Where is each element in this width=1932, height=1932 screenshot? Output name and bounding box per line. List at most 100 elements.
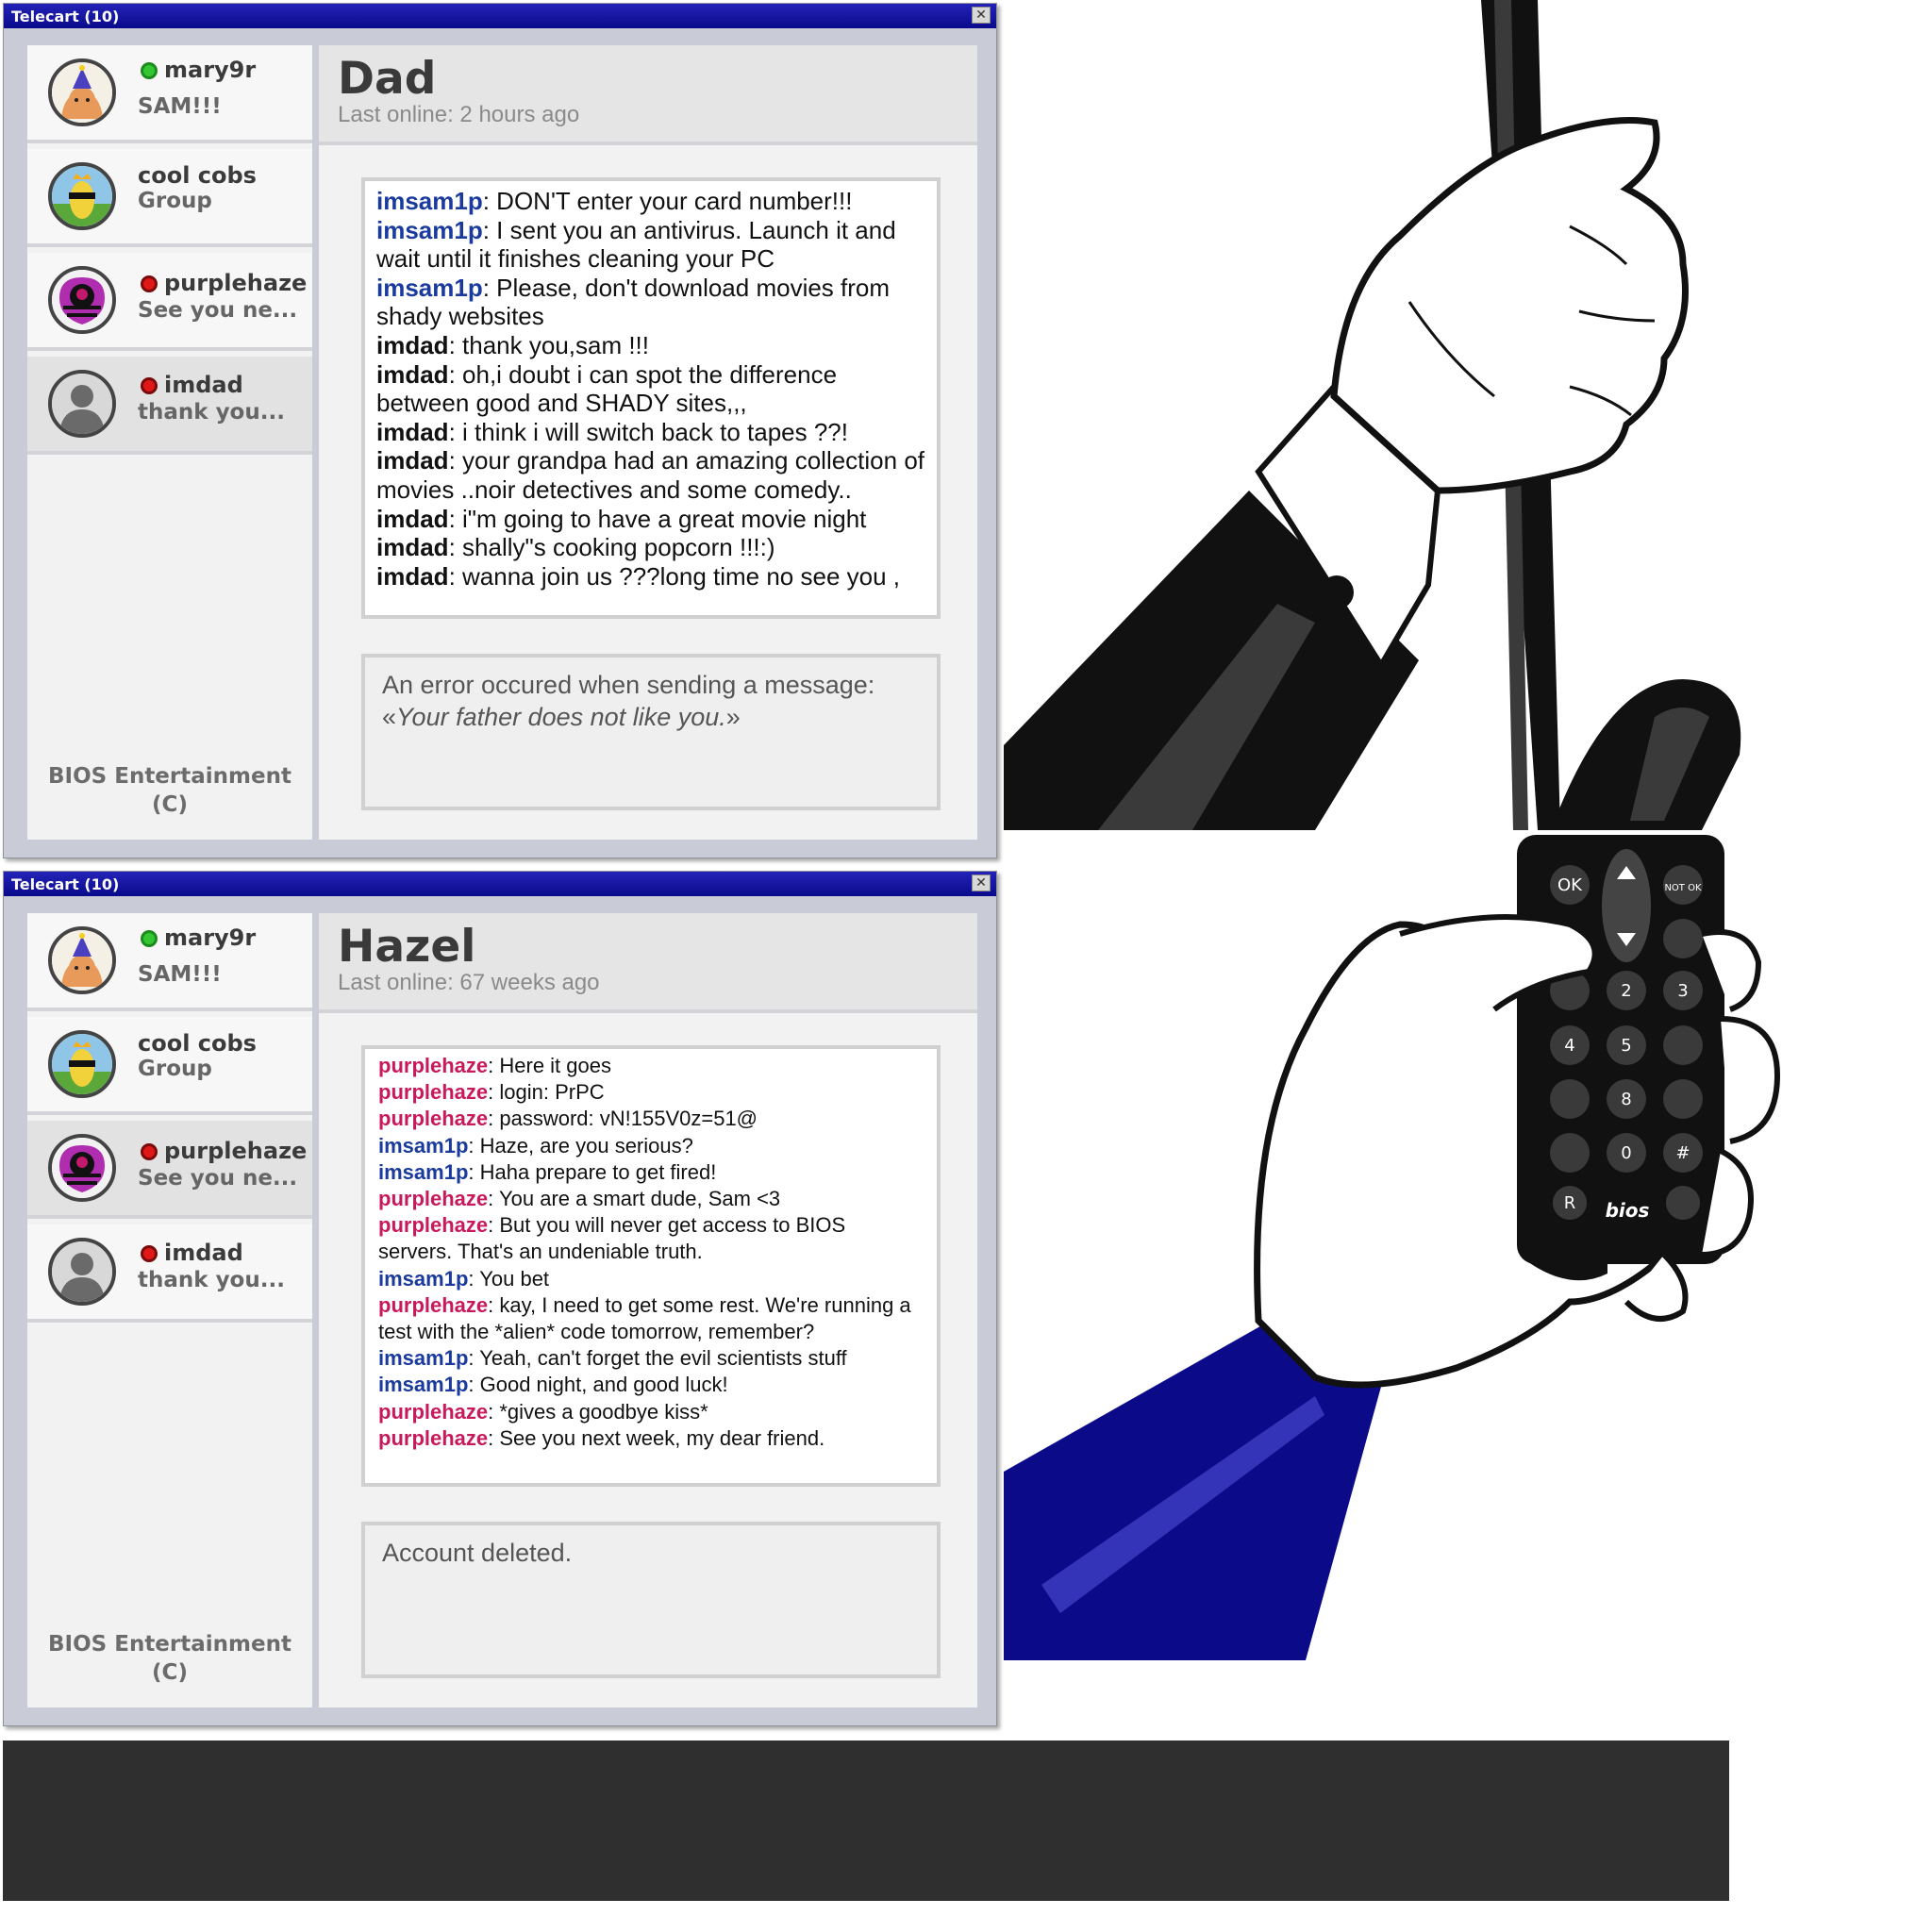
message-username[interactable]: imdad	[376, 446, 449, 475]
offline-status-icon	[141, 377, 158, 394]
contact-purplehaze[interactable]: purplehaze See you ne...	[27, 1121, 312, 1219]
contact-name: cool cobs	[138, 1030, 257, 1057]
party-fox-avatar	[48, 58, 116, 126]
contact-name: imdad	[164, 372, 243, 398]
chat-message: purplehaze: But you will never get acces…	[378, 1212, 924, 1265]
contact-name: imdad	[164, 1240, 243, 1266]
remote-key-8[interactable]: 8	[1621, 1090, 1631, 1109]
message-text: : i think i will switch back to tapes ??…	[448, 417, 848, 446]
message-username[interactable]: purplehaze	[378, 1213, 488, 1237]
footer-company: BIOS Entertainment	[48, 1632, 291, 1657]
contact-last-message: Group	[138, 1057, 212, 1081]
chat-message: purplehaze: login: PrPC	[378, 1079, 924, 1106]
contact-last-message: SAM!!!	[138, 962, 222, 987]
message-username[interactable]: imsam1p	[378, 1373, 468, 1396]
chat-message: imsam1p: Haze, are you serious?	[378, 1133, 924, 1159]
message-username[interactable]: imsam1p	[376, 216, 483, 244]
message-username[interactable]: purplehaze	[378, 1107, 488, 1130]
contact-last-message: thank you...	[138, 1268, 285, 1292]
cool-corn-avatar	[48, 1030, 116, 1098]
message-text: : login: PrPC	[488, 1080, 605, 1105]
last-online: Last online: 2 hours ago	[338, 102, 580, 127]
comic-art-panels: OK NOT OK 2 3 4 5 8 0 # R bios	[1004, 0, 1781, 1660]
remote-key-3[interactable]: 3	[1677, 981, 1688, 1001]
message-username[interactable]: purplehaze	[378, 1400, 488, 1424]
contact-cool-cobs[interactable]: cool cobs Group	[27, 149, 312, 247]
message-input-box[interactable]: Account deleted.	[361, 1522, 941, 1678]
message-text: : Haha prepare to get fired!	[468, 1159, 717, 1184]
remote-key-r[interactable]: R	[1564, 1193, 1576, 1213]
message-username[interactable]: imsam1p	[378, 1160, 468, 1184]
window-title: Telecart (10)	[11, 8, 120, 25]
contact-mary9r[interactable]: mary9r SAM!!!	[27, 45, 312, 143]
message-text: : DON'T enter your card number!!!	[482, 187, 853, 215]
chat-message: purplehaze: You are a smart dude, Sam <3	[378, 1186, 924, 1212]
chat-message: purplehaze: Here it goes	[378, 1053, 924, 1079]
message-username[interactable]: imsam1p	[376, 274, 483, 302]
message-username[interactable]: imsam1p	[378, 1267, 468, 1291]
message-input-box[interactable]: An error occured when sending a message:…	[361, 654, 941, 810]
message-username[interactable]: imdad	[376, 418, 449, 446]
message-username[interactable]: imsam1p	[378, 1134, 468, 1158]
message-text: : your grandpa had an amazing collection…	[376, 446, 925, 504]
chat-message: imsam1p: Please, don't download movies f…	[376, 274, 925, 331]
message-text: : Good night, and good luck!	[468, 1373, 728, 1397]
contact-last-message: SAM!!!	[138, 94, 222, 119]
remote-key-0[interactable]: 0	[1621, 1143, 1631, 1163]
message-username[interactable]: imdad	[376, 562, 449, 591]
contact-cool-cobs[interactable]: cool cobs Group	[27, 1017, 312, 1115]
remote-key-2[interactable]: 2	[1621, 981, 1631, 1001]
purple-spider-avatar	[48, 266, 116, 334]
remote-key-hash[interactable]: #	[1675, 1143, 1690, 1163]
close-icon[interactable]: ✕	[972, 874, 991, 891]
message-username[interactable]: imdad	[376, 331, 449, 359]
message-text: : You are a smart dude, Sam <3	[488, 1187, 781, 1211]
error-message-quote: Your father does not like you.	[396, 703, 726, 731]
chat-message: purplehaze: *gives a goodbye kiss*	[378, 1399, 924, 1425]
offline-status-icon	[141, 1245, 158, 1262]
contact-list: mary9r SAM!!! cool cobs Group purplehaze…	[27, 45, 312, 840]
message-text: : You bet	[468, 1266, 550, 1291]
gray-person-avatar	[48, 1238, 116, 1306]
message-history[interactable]: purplehaze: Here it goes purplehaze: logi…	[361, 1045, 941, 1487]
message-username[interactable]: imdad	[376, 505, 449, 533]
conversation-header: Hazel Last online: 67 weeks ago	[319, 913, 977, 1013]
message-text: : i"m going to have a great movie night	[448, 504, 867, 533]
remote-brand-logo: bios	[1606, 1199, 1650, 1222]
offline-status-icon	[141, 1143, 158, 1160]
contact-mary9r[interactable]: mary9r SAM!!!	[27, 913, 312, 1011]
message-username[interactable]: imdad	[376, 533, 449, 561]
contact-list: mary9r SAM!!! cool cobs Group purplehaze…	[27, 913, 312, 1707]
contact-name: cool cobs	[138, 162, 257, 189]
chat-window-dad: Telecart (10) ✕ mary9r SAM!!! cool cobs …	[3, 3, 997, 858]
hand-holding-cane-illustration	[1004, 0, 1741, 830]
message-text: : password: vN!155V0z=51@	[488, 1107, 758, 1131]
chat-message: imsam1p: Haha prepare to get fired!	[378, 1159, 924, 1186]
message-history[interactable]: imsam1p: DON'T enter your card number!!!…	[361, 177, 941, 619]
message-username[interactable]: imsam1p	[376, 187, 483, 215]
chat-message: imsam1p: You bet	[378, 1266, 924, 1292]
message-username[interactable]: purplehaze	[378, 1080, 488, 1104]
contact-purplehaze[interactable]: purplehaze See you ne...	[27, 253, 312, 351]
chat-message: imsam1p: Yeah, can't forget the evil sci…	[378, 1345, 924, 1372]
window-title-bar[interactable]: Telecart (10) ✕	[4, 4, 996, 28]
message-username[interactable]: imdad	[376, 360, 449, 389]
remote-key-4[interactable]: 4	[1564, 1036, 1574, 1056]
message-username[interactable]: purplehaze	[378, 1187, 488, 1210]
contact-imdad[interactable]: imdad thank you...	[27, 1224, 312, 1323]
chat-message: imdad: i think i will switch back to tap…	[376, 418, 925, 447]
message-username[interactable]: imsam1p	[378, 1346, 468, 1370]
remote-key-not-ok[interactable]: NOT OK	[1664, 883, 1702, 893]
contact-imdad[interactable]: imdad thank you...	[27, 357, 312, 455]
message-text: : Here it goes	[488, 1054, 611, 1077]
remote-key-ok[interactable]: OK	[1557, 875, 1583, 895]
window-title-bar[interactable]: Telecart (10) ✕	[4, 872, 996, 896]
contact-name: mary9r	[164, 924, 257, 951]
copyright-footer: BIOS Entertainment (C)	[27, 1630, 312, 1687]
chat-message: imsam1p: DON'T enter your card number!!!	[376, 187, 925, 216]
close-icon[interactable]: ✕	[972, 7, 991, 24]
message-username[interactable]: purplehaze	[378, 1293, 488, 1317]
message-username[interactable]: purplehaze	[378, 1426, 488, 1450]
remote-key-5[interactable]: 5	[1621, 1036, 1631, 1056]
message-username[interactable]: purplehaze	[378, 1054, 488, 1077]
